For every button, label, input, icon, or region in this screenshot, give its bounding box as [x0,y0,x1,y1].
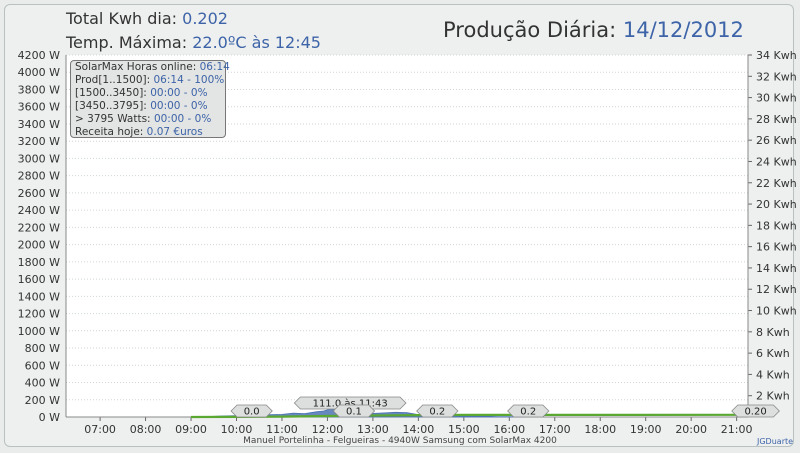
stats-row-online: SolarMax Horas online: 06:14 [75,61,230,73]
y-right-tick-label: 2 Kwh [756,390,790,403]
y-left-tick-label: 1400 W [18,290,60,303]
y-right-tick-label: 14 Kwh [756,262,797,275]
x-tick-label: 15:00 [448,423,480,436]
y-right-tick-label: 34 Kwh [756,49,797,62]
y-left-tick-label: 0 W [39,411,60,424]
footer-text: Manuel Portelinha - Felgueiras - 4940W S… [243,436,557,446]
y-right-tick-label: 18 Kwh [756,219,797,232]
annotation-label: 0.0 [230,404,273,418]
y-right-tick-label: 6 Kwh [756,347,790,360]
y-right-tick-label: 8 Kwh [756,326,790,339]
y-left-tick-label: 4000 W [18,66,60,79]
y-left-tick-label: 800 W [25,342,60,355]
y-left-tick-label: 1000 W [18,325,60,338]
y-left-tick-label: 1200 W [18,308,60,321]
stats-row-prod-high: [3450..3795]: 00:00 - 0% [75,100,208,112]
annotation-label: 0.20 [731,404,780,418]
x-tick-label: 21:00 [721,423,753,436]
y-left-tick-label: 3400 W [18,118,60,131]
stats-row-prod-mid: [1500..3450]: 00:00 - 0% [75,87,208,99]
y-left-tick-label: 600 W [25,359,60,372]
y-right-tick-label: 16 Kwh [756,241,797,254]
y-left-tick-label: 200 W [25,394,60,407]
x-tick-label: 11:00 [266,423,298,436]
annotation-text: 0.2 [520,407,536,418]
y-left-tick-label: 4200 W [18,49,60,62]
y-left-tick-label: 400 W [25,377,60,390]
x-tick-label: 19:00 [630,423,662,436]
annotation-label: 0.1 [332,404,376,418]
x-tick-label: 16:00 [493,423,525,436]
x-tick-label: 17:00 [539,423,571,436]
y-left-tick-label: 3000 W [18,152,60,165]
y-left-tick-label: 3600 W [18,101,60,114]
annotation-text: 0.2 [429,407,445,418]
x-tick-label: 09:00 [175,423,207,436]
y-right-tick-label: 32 Kwh [756,70,797,83]
annotation-label: 0.2 [507,404,550,418]
y-left-tick-label: 2000 W [18,239,60,252]
y-left-tick-label: 2200 W [18,221,60,234]
x-tick-label: 12:00 [312,423,344,436]
y-right-tick-label: 24 Kwh [756,155,797,168]
annotation-text: 0.1 [346,407,362,418]
x-tick-label: 13:00 [357,423,389,436]
y-right-tick-label: 26 Kwh [756,134,797,147]
y-right-tick-label: 20 Kwh [756,198,797,211]
stats-row-revenue: Receita hoje: 0.07 €uros [75,126,203,138]
y-left-tick-label: 1600 W [18,273,60,286]
y-left-tick-label: 2400 W [18,204,60,217]
x-tick-label: 07:00 [84,423,116,436]
stats-box: SolarMax Horas online: 06:14 Prod[1..150… [70,60,230,138]
y-left-tick-label: 3200 W [18,135,60,148]
annotation-text: 0.0 [244,407,260,418]
credit-text: JGDuarte [757,437,794,446]
y-left-tick-label: 2600 W [18,187,60,200]
y-right-tick-label: 30 Kwh [756,92,797,105]
stats-row-prod-max: > 3795 Watts: 00:00 - 0% [75,113,212,125]
x-tick-label: 10:00 [221,423,253,436]
annotation-text: 0.20 [744,407,766,418]
y-right-tick-label: 10 Kwh [756,305,797,318]
y-right-tick-label: 12 Kwh [756,283,797,296]
x-tick-label: 14:00 [403,423,435,436]
y-right-tick-label: 28 Kwh [756,113,797,126]
y-right-tick-label: 4 Kwh [756,368,790,381]
y-right-tick-label: 22 Kwh [756,177,797,190]
annotation-label: 0.2 [416,404,459,418]
stats-row-prod-low: Prod[1..1500]: 06:14 - 100% [75,74,225,86]
y-left-tick-label: 1800 W [18,256,60,269]
x-tick-label: 08:00 [130,423,162,436]
x-tick-label: 20:00 [675,423,707,436]
y-left-tick-label: 2800 W [18,170,60,183]
y-left-tick-label: 3800 W [18,83,60,96]
x-tick-label: 18:00 [584,423,616,436]
